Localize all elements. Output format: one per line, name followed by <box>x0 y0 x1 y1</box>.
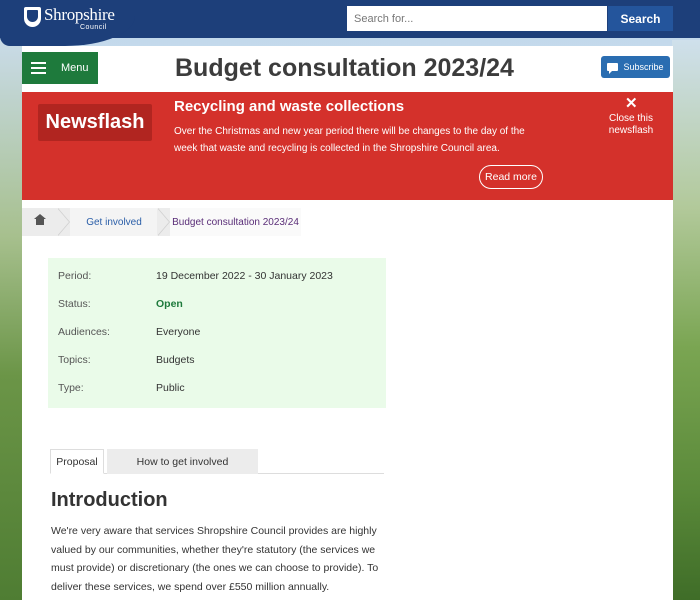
close-icon[interactable]: ✕ <box>625 94 638 112</box>
status-badge: Open <box>156 298 183 310</box>
breadcrumb-home[interactable] <box>22 208 58 236</box>
chat-icon <box>607 63 619 74</box>
logo-text: Shropshire <box>44 5 115 24</box>
logo-subtext: Council <box>80 24 107 31</box>
crest-icon <box>24 7 41 27</box>
newsflash-heading: Recycling and waste collections <box>174 98 405 115</box>
section-heading: Introduction <box>51 489 168 511</box>
subscribe-button[interactable]: Subscribe <box>601 56 670 78</box>
detail-value: Budgets <box>156 354 195 366</box>
tab-how-to-get-involved[interactable]: How to get involved <box>107 449 258 474</box>
page-title: Budget consultation 2023/24 <box>175 54 514 82</box>
breadcrumb-item-get-involved[interactable]: Get involved <box>70 208 158 236</box>
background-landscape-left <box>0 40 24 600</box>
home-icon <box>34 213 46 227</box>
detail-label: Audiences: <box>58 326 110 338</box>
background-landscape-right <box>672 40 700 600</box>
tab-proposal[interactable]: Proposal <box>50 449 104 474</box>
newsflash-banner: Newsflash Recycling and waste collection… <box>22 92 673 200</box>
newsflash-body: Over the Christmas and new year period t… <box>174 126 525 154</box>
detail-label: Type: <box>58 382 84 394</box>
breadcrumb: Get involved Budget consultation 2023/24 <box>22 208 301 236</box>
newsflash-badge: Newsflash <box>38 104 152 141</box>
search-input[interactable] <box>347 6 607 31</box>
detail-value: 19 December 2022 - 30 January 2023 <box>156 270 333 282</box>
detail-value: Everyone <box>156 326 201 338</box>
subscribe-label: Subscribe <box>623 62 664 72</box>
hamburger-icon <box>31 62 46 74</box>
section-body: We're very aware that services Shropshir… <box>51 525 379 593</box>
detail-label: Status: <box>58 298 91 310</box>
read-more-button[interactable]: Read more <box>479 165 543 189</box>
menu-label: Menu <box>61 62 89 74</box>
council-logo[interactable]: Shropshire Council <box>0 0 135 46</box>
detail-label: Period: <box>58 270 92 282</box>
consultation-details: Period: 19 December 2022 - 30 January 20… <box>48 258 386 408</box>
detail-value: Public <box>156 382 185 394</box>
menu-button[interactable]: Menu <box>22 52 98 84</box>
breadcrumb-item-current: Budget consultation 2023/24 <box>170 208 301 236</box>
content-tabs: Proposal How to get involved <box>50 449 384 474</box>
close-newsflash-link[interactable]: Close this newsflash <box>602 113 660 137</box>
detail-label: Topics: <box>58 354 91 366</box>
search-button[interactable]: Search <box>608 6 673 31</box>
